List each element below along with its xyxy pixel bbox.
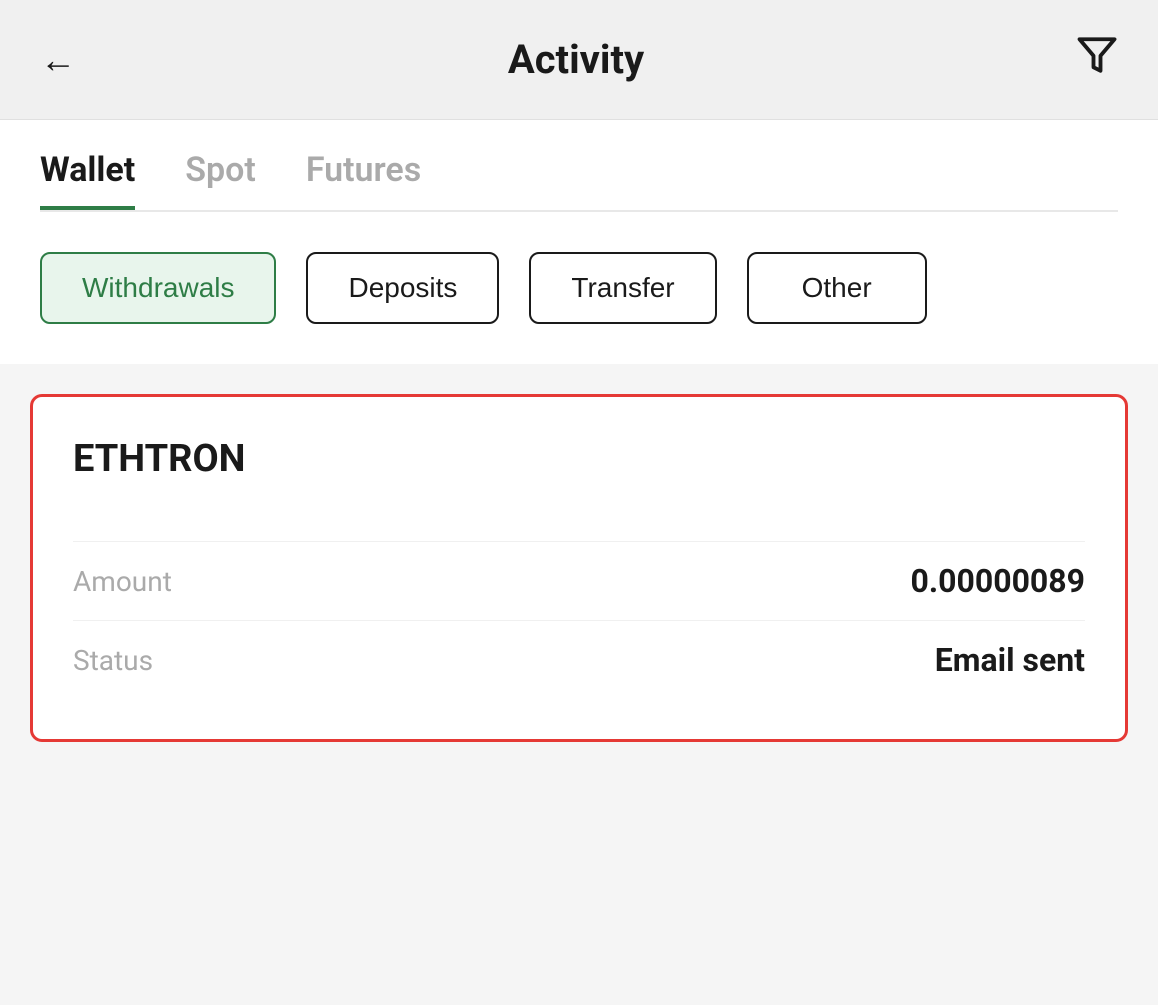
filter-withdrawals[interactable]: Withdrawals — [40, 252, 276, 324]
back-icon[interactable]: ← — [40, 39, 76, 81]
amount-label: Amount — [73, 565, 172, 598]
filter-other[interactable]: Other — [747, 252, 927, 324]
tab-spot[interactable]: Spot — [185, 150, 256, 210]
tabs-section: Wallet Spot Futures — [0, 120, 1158, 212]
header: ← Activity — [0, 0, 1158, 120]
status-value: Email sent — [935, 641, 1085, 679]
filter-section: Withdrawals Deposits Transfer Other — [0, 212, 1158, 364]
content-area: ETHTRON Amount 0.00000089 Status Email s… — [0, 364, 1158, 772]
filter-transfer[interactable]: Transfer — [529, 252, 716, 324]
amount-row: Amount 0.00000089 — [73, 541, 1085, 620]
status-label: Status — [73, 644, 153, 677]
filter-icon[interactable] — [1076, 34, 1118, 85]
amount-value: 0.00000089 — [910, 562, 1085, 600]
page-title: Activity — [508, 36, 644, 83]
tabs-row: Wallet Spot Futures — [40, 150, 1118, 210]
tab-wallet[interactable]: Wallet — [40, 150, 135, 210]
transaction-card: ETHTRON Amount 0.00000089 Status Email s… — [30, 394, 1128, 742]
transaction-name: ETHTRON — [73, 437, 1085, 481]
filter-deposits[interactable]: Deposits — [306, 252, 499, 324]
status-row: Status Email sent — [73, 620, 1085, 699]
tab-futures[interactable]: Futures — [306, 150, 421, 210]
